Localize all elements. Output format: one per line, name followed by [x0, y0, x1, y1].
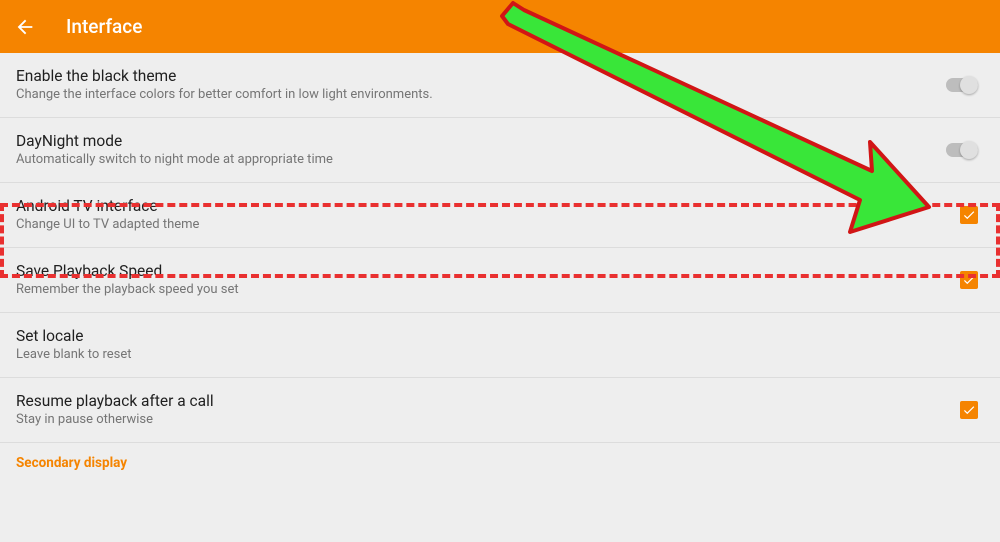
- item-title: Android TV interface: [16, 197, 199, 215]
- checkbox-checked-icon: [960, 206, 978, 224]
- item-title: Resume playback after a call: [16, 392, 214, 410]
- item-resume-playback-after-call[interactable]: Resume playback after a call Stay in pau…: [0, 378, 1000, 443]
- checkbox-checked-icon: [960, 271, 978, 289]
- switch-control[interactable]: [946, 141, 978, 159]
- item-title: Save Playback Speed: [16, 262, 239, 280]
- item-subtitle: Change the interface colors for better c…: [16, 87, 433, 102]
- settings-list: Enable the black theme Change the interf…: [0, 53, 1000, 483]
- switch-icon: [946, 76, 978, 94]
- header: Interface: [0, 0, 1000, 53]
- item-title: Set locale: [16, 327, 132, 345]
- switch-control[interactable]: [946, 76, 978, 94]
- item-text: Enable the black theme Change the interf…: [16, 67, 433, 102]
- page-title: Interface: [66, 15, 142, 38]
- item-subtitle: Remember the playback speed you set: [16, 282, 239, 297]
- item-android-tv-interface[interactable]: Android TV interface Change UI to TV ada…: [0, 183, 1000, 248]
- section-secondary-display: Secondary display: [0, 443, 1000, 483]
- switch-icon: [946, 141, 978, 159]
- item-subtitle: Change UI to TV adapted theme: [16, 217, 199, 232]
- checkbox-control[interactable]: [960, 206, 978, 224]
- item-daynight-mode[interactable]: DayNight mode Automatically switch to ni…: [0, 118, 1000, 183]
- item-set-locale[interactable]: Set locale Leave blank to reset: [0, 313, 1000, 378]
- back-arrow-icon[interactable]: [14, 16, 36, 38]
- checkbox-control[interactable]: [960, 271, 978, 289]
- item-subtitle: Automatically switch to night mode at ap…: [16, 152, 333, 167]
- checkbox-checked-icon: [960, 401, 978, 419]
- item-text: Android TV interface Change UI to TV ada…: [16, 197, 199, 232]
- item-title: DayNight mode: [16, 132, 333, 150]
- checkbox-control[interactable]: [960, 401, 978, 419]
- item-subtitle: Leave blank to reset: [16, 347, 132, 362]
- item-text: Set locale Leave blank to reset: [16, 327, 132, 362]
- item-text: DayNight mode Automatically switch to ni…: [16, 132, 333, 167]
- item-subtitle: Stay in pause otherwise: [16, 412, 214, 427]
- item-enable-black-theme[interactable]: Enable the black theme Change the interf…: [0, 53, 1000, 118]
- item-text: Resume playback after a call Stay in pau…: [16, 392, 214, 427]
- item-save-playback-speed[interactable]: Save Playback Speed Remember the playbac…: [0, 248, 1000, 313]
- item-text: Save Playback Speed Remember the playbac…: [16, 262, 239, 297]
- item-title: Enable the black theme: [16, 67, 433, 85]
